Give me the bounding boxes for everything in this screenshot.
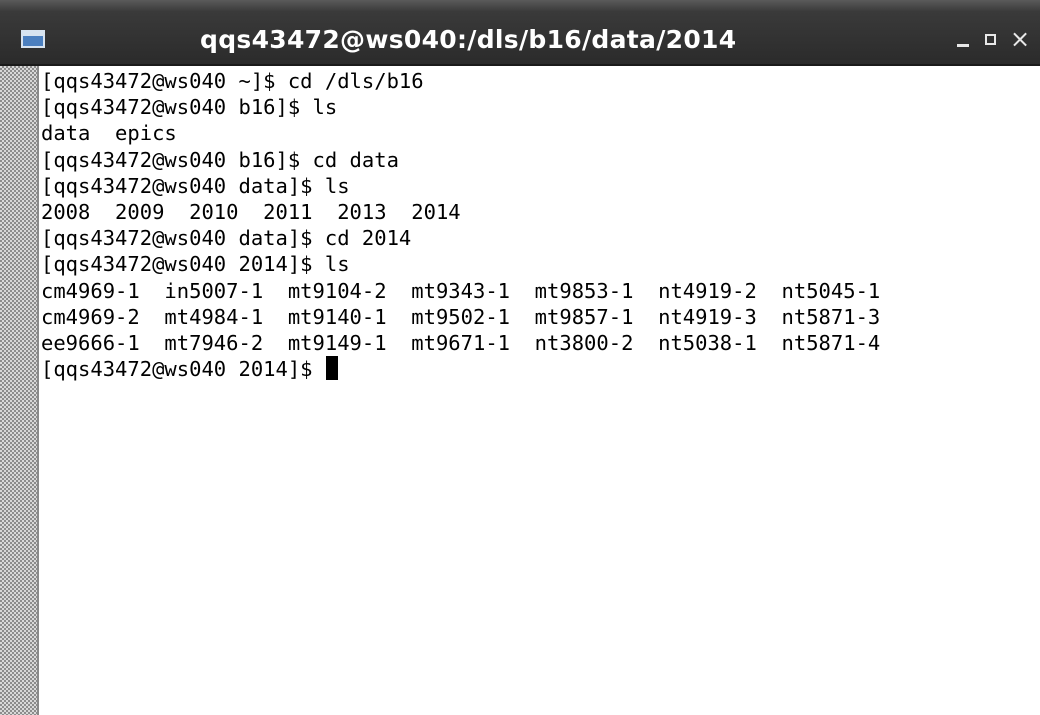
terminal-line: cm4969-2 mt4984-1 mt9140-1 mt9502-1 mt98… bbox=[41, 304, 881, 329]
terminal-window: qqs43472@ws040:/dls/b16/data/2014 × [qqs… bbox=[0, 0, 1040, 715]
terminal-line: [qqs43472@ws040 b16]$ ls bbox=[41, 95, 338, 120]
text-cursor bbox=[325, 356, 338, 381]
terminal-output[interactable]: [qqs43472@ws040 ~]$ cd /dls/b16 [qqs4347… bbox=[41, 68, 1031, 708]
scrollbar[interactable] bbox=[0, 66, 39, 715]
shell-prompt: [qqs43472@ws040 2014]$ bbox=[41, 357, 325, 382]
terminal-app-icon[interactable] bbox=[21, 30, 45, 48]
terminal-line: [qqs43472@ws040 data]$ cd 2014 bbox=[41, 226, 412, 251]
maximize-icon bbox=[985, 34, 996, 45]
prompt-line[interactable]: [qqs43472@ws040 2014]$ bbox=[41, 356, 1031, 382]
close-button[interactable]: × bbox=[1007, 26, 1033, 52]
terminal-line: cm4969-1 in5007-1 mt9104-2 mt9343-1 mt98… bbox=[41, 278, 881, 303]
window-title: qqs43472@ws040:/dls/b16/data/2014 bbox=[200, 25, 737, 54]
terminal-line: data epics bbox=[41, 121, 177, 146]
terminal-line: [qqs43472@ws040 2014]$ ls bbox=[41, 252, 350, 277]
maximize-button[interactable] bbox=[978, 26, 1004, 52]
minimize-icon bbox=[957, 44, 969, 47]
title-bar[interactable]: qqs43472@ws040:/dls/b16/data/2014 × bbox=[0, 0, 1040, 66]
terminal-line: [qqs43472@ws040 data]$ ls bbox=[41, 173, 350, 198]
minimize-button[interactable] bbox=[950, 26, 976, 52]
terminal-line: [qqs43472@ws040 ~]$ cd /dls/b16 bbox=[41, 69, 424, 93]
close-icon: × bbox=[1009, 25, 1031, 53]
terminal-line: [qqs43472@ws040 b16]$ cd data bbox=[41, 147, 399, 172]
terminal-line: ee9666-1 mt7946-2 mt9149-1 mt9671-1 nt38… bbox=[41, 330, 881, 355]
terminal-line: 2008 2009 2010 2011 2013 2014 bbox=[41, 199, 461, 224]
